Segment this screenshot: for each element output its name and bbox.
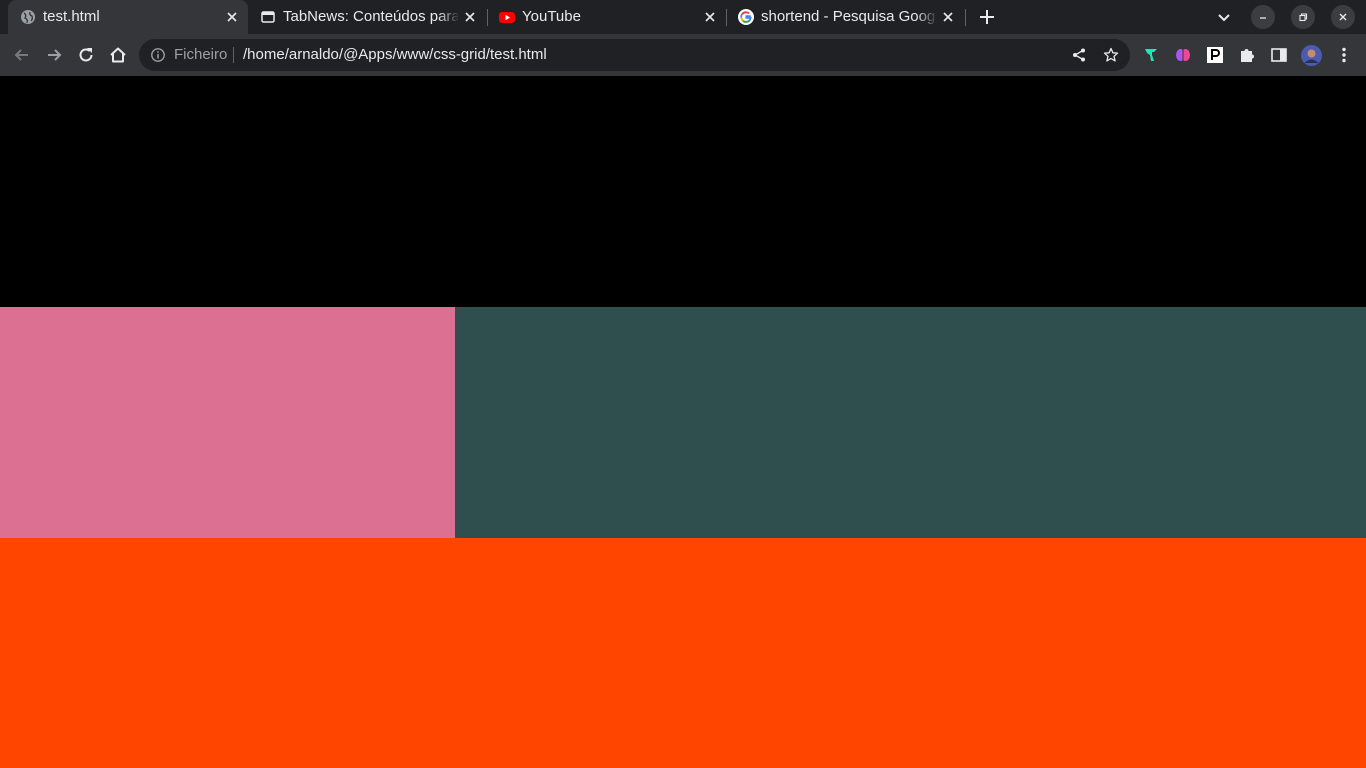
omnibox-separator: [233, 47, 234, 63]
page-content: [0, 76, 1366, 768]
bookmark-star-icon[interactable]: [1103, 47, 1119, 63]
more-menu-icon[interactable]: [1335, 46, 1353, 64]
forward-arrow-icon[interactable]: [44, 45, 64, 65]
profile-avatar[interactable]: [1301, 45, 1322, 66]
info-icon[interactable]: [150, 47, 166, 63]
p-extension-icon[interactable]: [1206, 46, 1224, 64]
back-arrow-icon[interactable]: [12, 45, 32, 65]
tab-youtube[interactable]: YouTube: [487, 0, 727, 34]
tab-title: TabNews: Conteúdos para: [283, 8, 458, 25]
grid-header-block: [0, 76, 1366, 307]
close-tab-icon[interactable]: [224, 9, 240, 25]
close-tab-icon[interactable]: [940, 9, 956, 25]
restore-icon: [1299, 13, 1308, 22]
tab-test-html[interactable]: test.html: [8, 0, 248, 34]
reload-icon[interactable]: [76, 45, 96, 65]
restore-button[interactable]: [1291, 5, 1315, 29]
share-icon[interactable]: [1071, 47, 1087, 63]
window-icon: [261, 11, 275, 23]
close-icon: [1339, 13, 1347, 21]
scheme-label: Ficheiro: [174, 46, 228, 63]
new-tab-icon[interactable]: [976, 6, 998, 28]
tab-title: shortend - Pesquisa Goog: [761, 8, 936, 25]
tab-google-search[interactable]: shortend - Pesquisa Goog: [726, 0, 966, 34]
close-tab-icon[interactable]: [462, 9, 478, 25]
grid-sidebar-block: [0, 307, 455, 538]
side-panel-icon[interactable]: [1270, 46, 1288, 64]
home-icon[interactable]: [108, 45, 128, 65]
grid-footer-block: [0, 538, 1366, 768]
google-icon: [738, 9, 754, 25]
url-text[interactable]: /home/arnaldo/@Apps/www/css-grid/test.ht…: [243, 46, 547, 64]
youtube-icon: [499, 12, 515, 23]
minimize-icon: [1260, 17, 1266, 19]
close-tab-icon[interactable]: [702, 9, 718, 25]
brain-extension-icon[interactable]: [1174, 46, 1192, 64]
tab-title: YouTube: [522, 8, 581, 25]
toolbar: Ficheiro /home/arnaldo/@Apps/www/css-gri…: [0, 34, 1366, 76]
tab-title: test.html: [43, 8, 100, 25]
globe-icon: [21, 10, 35, 24]
chevron-down-icon[interactable]: [1213, 6, 1235, 28]
tab-tabnews[interactable]: TabNews: Conteúdos para: [248, 0, 488, 34]
minimize-button[interactable]: [1251, 5, 1275, 29]
tab-strip: test.html TabNews: Conteúdos para YouTub…: [0, 0, 1366, 34]
close-window-button[interactable]: [1331, 5, 1355, 29]
tab-separator: [965, 9, 966, 26]
hummingbird-extension-icon[interactable]: [1142, 46, 1160, 64]
grid-main-block: [455, 307, 1366, 538]
puzzle-extensions-icon[interactable]: [1238, 46, 1256, 64]
address-bar[interactable]: Ficheiro /home/arnaldo/@Apps/www/css-gri…: [139, 39, 1130, 71]
